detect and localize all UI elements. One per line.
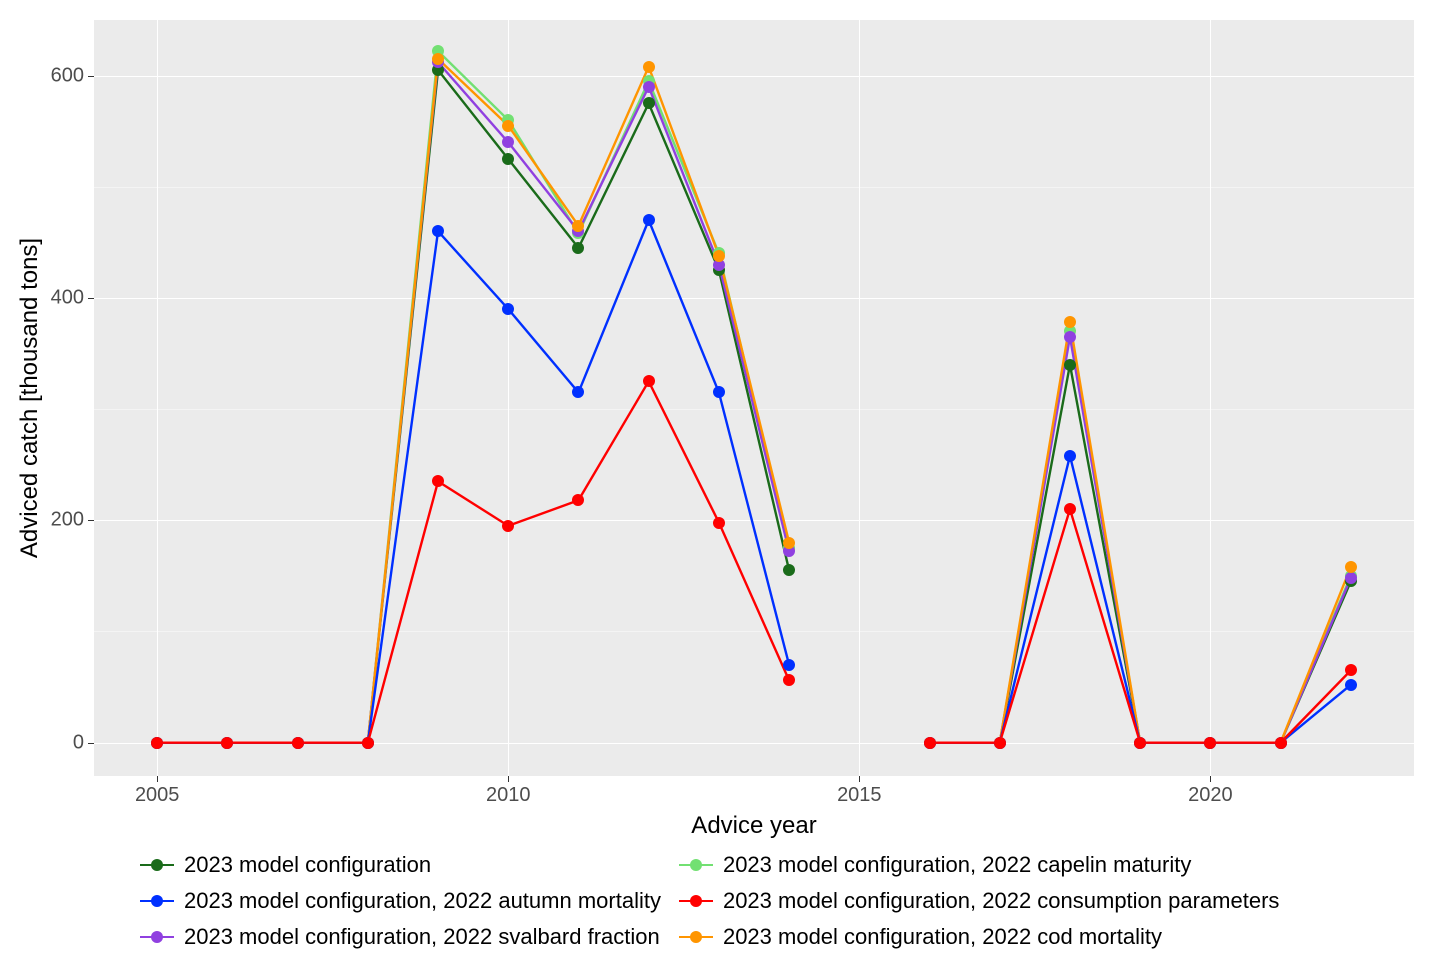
data-point	[1345, 561, 1357, 573]
data-point	[783, 537, 795, 549]
data-point	[1064, 316, 1076, 328]
legend-label: 2023 model configuration, 2022 autumn mo…	[184, 888, 661, 914]
series-line	[930, 365, 1351, 743]
series-line	[157, 381, 789, 742]
data-point	[1064, 503, 1076, 515]
data-point	[713, 250, 725, 262]
legend-label: 2023 model configuration	[184, 852, 431, 878]
series-line	[157, 51, 789, 743]
data-point	[1064, 359, 1076, 371]
series-line	[930, 331, 1351, 742]
series-line	[157, 62, 789, 742]
legend-swatch	[140, 900, 174, 902]
x-tick-label: 2020	[1188, 784, 1233, 807]
legend-swatch	[140, 864, 174, 866]
x-tick-label: 2005	[135, 784, 180, 807]
series-line	[930, 337, 1351, 743]
legend-label: 2023 model configuration, 2022 cod morta…	[723, 924, 1162, 950]
y-tick-label: 600	[24, 64, 84, 87]
data-point	[432, 53, 444, 65]
series-line	[157, 70, 789, 743]
legend-item: 2023 model configuration	[140, 852, 661, 878]
legend: 2023 model configuration 2023 model confi…	[140, 852, 1279, 950]
legend-label: 2023 model configuration, 2022 consumpti…	[723, 888, 1279, 914]
data-point	[643, 375, 655, 387]
data-point	[924, 737, 936, 749]
legend-swatch	[679, 900, 713, 902]
data-point	[502, 153, 514, 165]
data-point	[1134, 737, 1146, 749]
x-tick-label: 2015	[837, 784, 882, 807]
data-point	[292, 737, 304, 749]
data-point	[432, 475, 444, 487]
data-point	[643, 214, 655, 226]
data-point	[1275, 737, 1287, 749]
legend-label: 2023 model configuration, 2022 svalbard …	[184, 924, 660, 950]
data-point	[432, 225, 444, 237]
data-point	[572, 242, 584, 254]
data-point	[643, 61, 655, 73]
data-point	[572, 494, 584, 506]
legend-item: 2023 model configuration, 2022 capelin m…	[679, 852, 1279, 878]
data-point	[1204, 737, 1216, 749]
data-point	[362, 737, 374, 749]
legend-item: 2023 model configuration, 2022 cod morta…	[679, 924, 1279, 950]
series-line	[157, 59, 789, 743]
series-line	[930, 509, 1351, 742]
y-axis-label: Adviced catch [thousand tons]	[16, 238, 44, 558]
legend-item: 2023 model configuration, 2022 svalbard …	[140, 924, 661, 950]
legend-item: 2023 model configuration, 2022 consumpti…	[679, 888, 1279, 914]
series-line	[930, 322, 1351, 742]
data-point	[572, 220, 584, 232]
data-point	[151, 737, 163, 749]
data-point	[783, 674, 795, 686]
data-point	[502, 303, 514, 315]
data-point	[1345, 572, 1357, 584]
legend-item: 2023 model configuration, 2022 autumn mo…	[140, 888, 661, 914]
x-axis-label: Advice year	[691, 812, 816, 840]
data-point	[1064, 331, 1076, 343]
legend-swatch	[679, 936, 713, 938]
data-point	[783, 659, 795, 671]
data-point	[994, 737, 1006, 749]
data-point	[1064, 450, 1076, 462]
data-point	[1345, 679, 1357, 691]
x-tick-label: 2010	[486, 784, 531, 807]
legend-label: 2023 model configuration, 2022 capelin m…	[723, 852, 1191, 878]
y-tick-label: 0	[24, 731, 84, 754]
legend-swatch	[679, 864, 713, 866]
data-point	[643, 81, 655, 93]
series-line	[930, 456, 1351, 743]
data-point	[783, 564, 795, 576]
data-point	[713, 517, 725, 529]
chart-lines-layer	[0, 0, 1431, 954]
data-point	[572, 386, 584, 398]
data-point	[502, 520, 514, 532]
data-point	[221, 737, 233, 749]
legend-swatch	[140, 936, 174, 938]
data-point	[502, 120, 514, 132]
data-point	[502, 136, 514, 148]
data-point	[713, 386, 725, 398]
data-point	[1345, 664, 1357, 676]
series-line	[157, 220, 789, 743]
data-point	[643, 97, 655, 109]
